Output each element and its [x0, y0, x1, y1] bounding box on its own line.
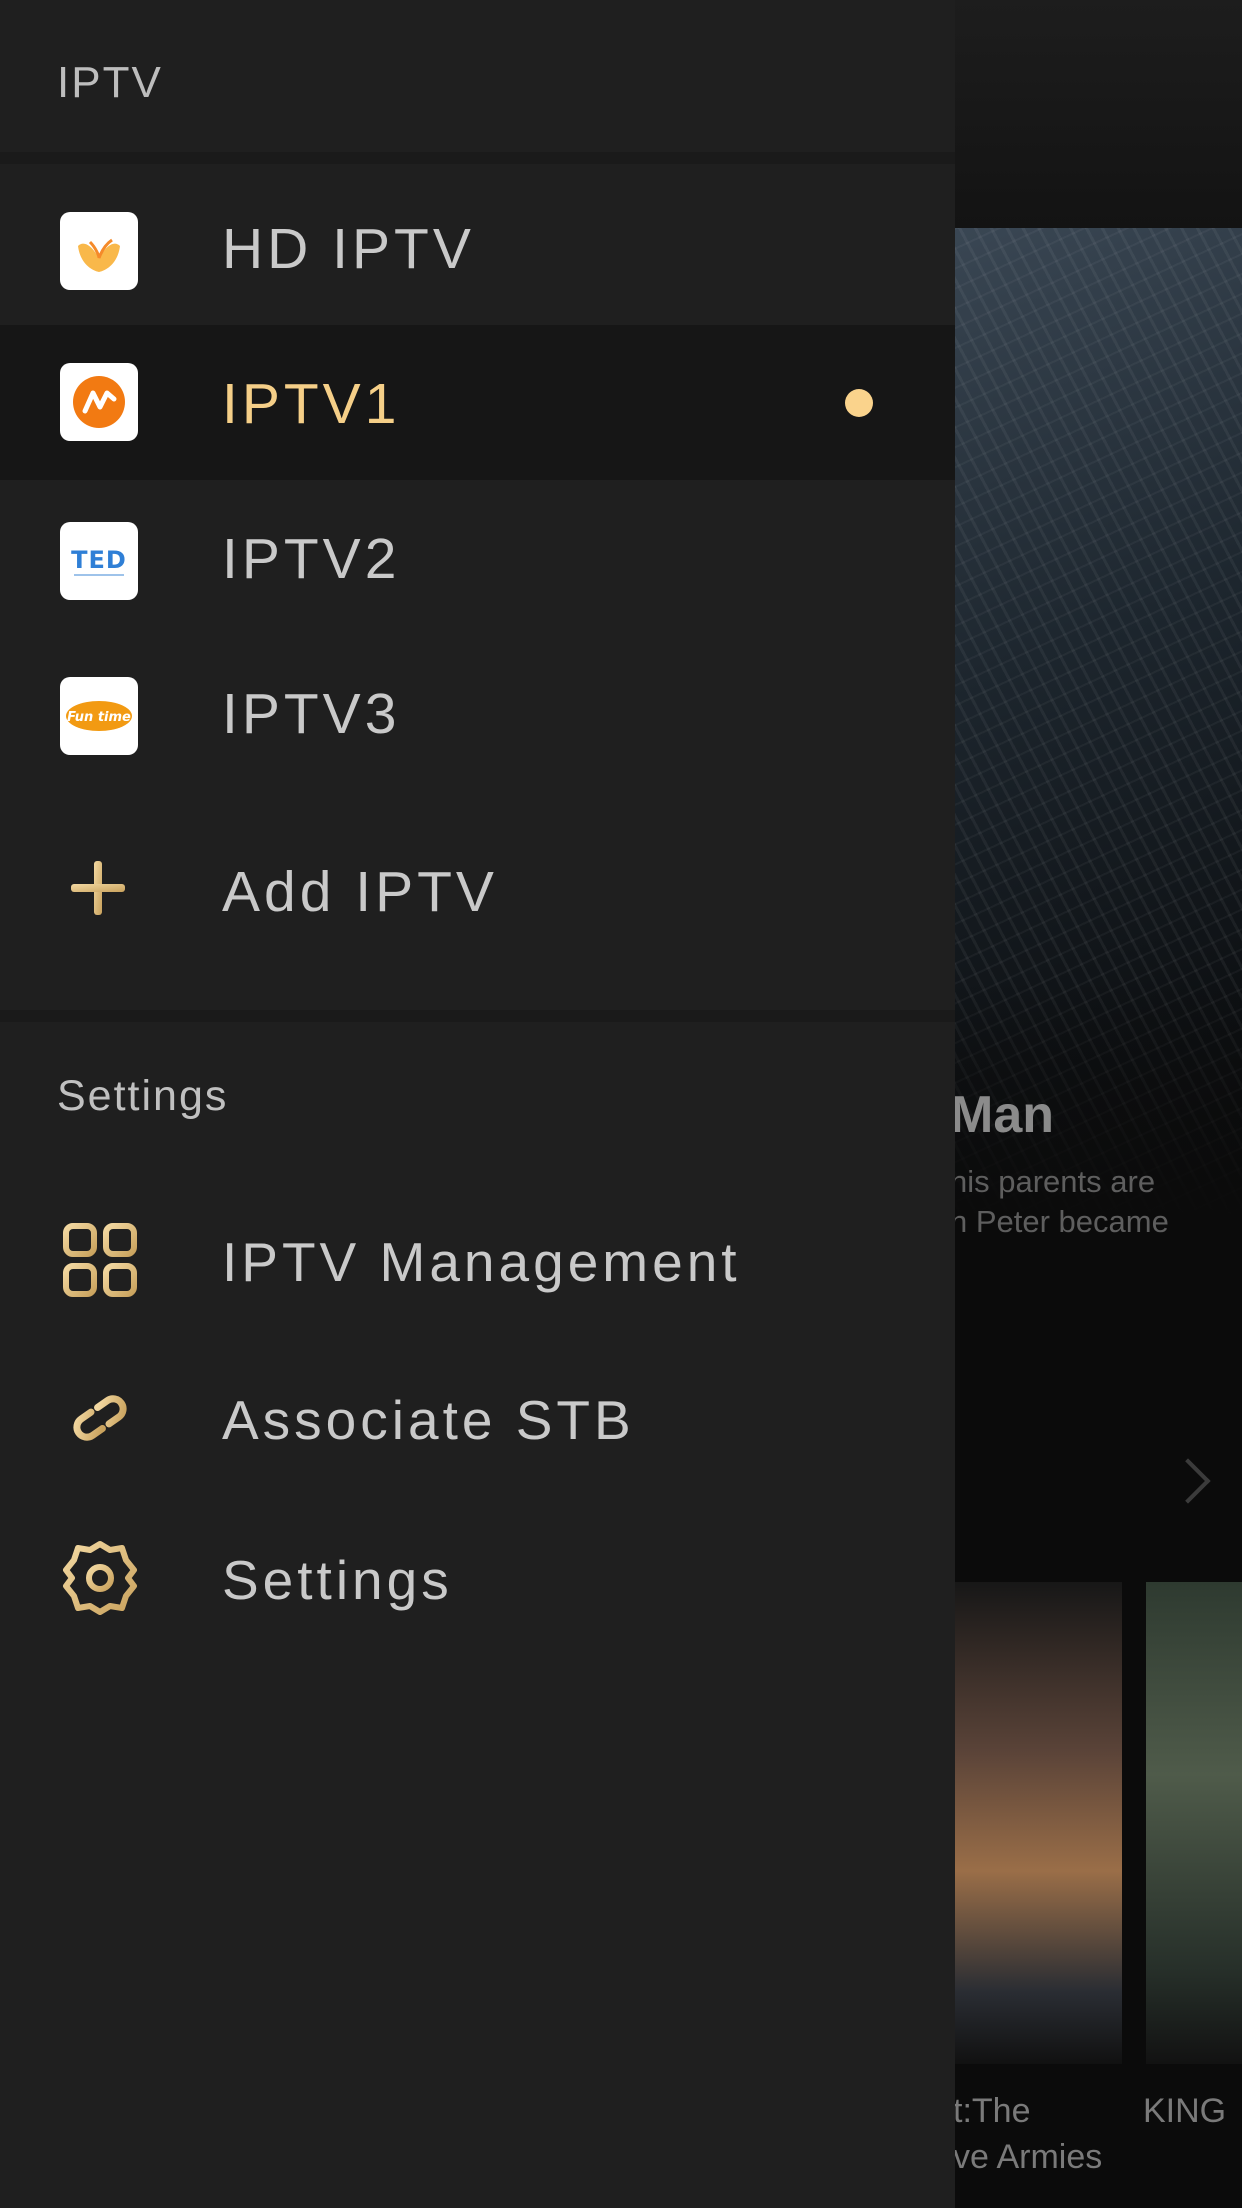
poster-card[interactable] — [1146, 1582, 1242, 2064]
iptv-item-iptv3[interactable]: Fun time IPTV3 — [0, 635, 955, 790]
drawer-title: IPTV — [57, 58, 163, 107]
iptv-item-label: HD IPTV — [222, 217, 475, 281]
fun-time-logo-icon: Fun time — [60, 677, 138, 755]
svg-text:TED: TED — [71, 546, 127, 574]
ted-logo-icon: TED — [60, 522, 138, 600]
link-icon — [60, 1378, 140, 1458]
iptv-management-label: IPTV Management — [222, 1231, 741, 1293]
iptv-management-item[interactable]: IPTV Management — [0, 1182, 955, 1337]
iptv-item-hd-iptv[interactable]: HD IPTV — [0, 170, 955, 325]
navigation-drawer: IPTV HD IPTV IPTV1 TED IPTV2 Fun time IP… — [0, 0, 955, 2208]
iptv-item-iptv2[interactable]: TED IPTV2 — [0, 480, 955, 635]
poster-title: KING — [1143, 2092, 1227, 2130]
hero-description: his parents are n Peter became — [950, 1164, 1169, 1239]
iptv-item-label: IPTV1 — [222, 372, 401, 436]
iptv-item-label: IPTV2 — [222, 527, 401, 591]
hero-fade — [940, 980, 1242, 1320]
grid-icon — [60, 1220, 140, 1300]
iptv-item-iptv1[interactable]: IPTV1 — [0, 325, 955, 480]
hero-title: Man — [950, 1086, 1054, 1144]
divider — [0, 1010, 955, 1022]
iptv-item-label: IPTV3 — [222, 682, 401, 746]
associate-stb-item[interactable]: Associate STB — [0, 1340, 955, 1495]
settings-label: Settings — [222, 1549, 453, 1611]
settings-item[interactable]: Settings — [0, 1500, 955, 1655]
svg-text:Fun time: Fun time — [67, 710, 131, 725]
plus-icon — [65, 855, 131, 921]
hd-iptv-logo-icon — [60, 212, 138, 290]
chevron-right-icon[interactable] — [1165, 1458, 1211, 1504]
gear-icon — [60, 1538, 140, 1618]
add-iptv-button[interactable]: Add IPTV — [0, 815, 955, 970]
divider — [0, 152, 955, 164]
iptv1-logo-icon — [60, 363, 138, 441]
selected-indicator-dot — [845, 389, 873, 417]
poster-card[interactable] — [955, 1582, 1122, 2064]
add-iptv-label: Add IPTV — [222, 860, 498, 924]
settings-section-title: Settings — [57, 1072, 229, 1120]
poster-title: t:The ve Armies — [953, 2092, 1103, 2176]
drawer-header: IPTV — [0, 0, 955, 152]
associate-stb-label: Associate STB — [222, 1389, 635, 1451]
